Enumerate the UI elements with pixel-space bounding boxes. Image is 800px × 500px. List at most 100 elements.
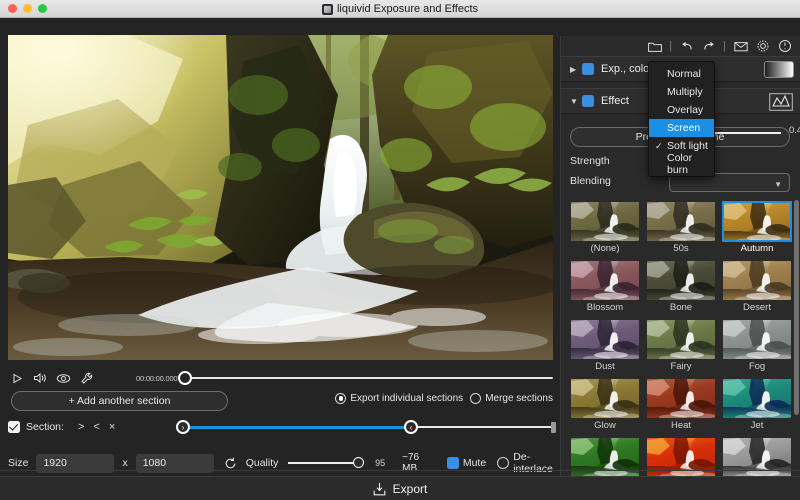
add-another-section-button[interactable]: + Add another section xyxy=(11,391,228,411)
quality-value: 95 xyxy=(375,458,385,468)
effect-thumbnail-glow[interactable]: Glow xyxy=(570,378,640,433)
menu-item-label: Color burn xyxy=(667,152,714,176)
effect-preview-image xyxy=(646,201,716,242)
blending-row: Blending xyxy=(570,172,638,190)
effect-name-label: Jet xyxy=(722,420,792,433)
effect-preview-image xyxy=(722,319,792,360)
exposure-colors-checkbox[interactable] xyxy=(582,63,594,75)
effect-label: Effect xyxy=(601,95,629,107)
redo-icon[interactable] xyxy=(701,39,716,53)
wrench-icon[interactable] xyxy=(77,370,95,386)
panel-toolbar: | | xyxy=(561,36,800,56)
effect-thumbnail-50s[interactable]: 50s xyxy=(646,201,716,256)
menu-item-color-burn[interactable]: Color burn xyxy=(649,155,714,173)
effect-thumbnail-heat[interactable]: Heat xyxy=(646,378,716,433)
effect-name-label: Autumn xyxy=(722,243,792,256)
effects-scrollbar[interactable] xyxy=(794,200,799,415)
effect-thumbnail-bone[interactable]: Bone xyxy=(646,260,716,315)
toolbar-separator-1: | xyxy=(669,40,672,52)
effect-thumbnail-fairy[interactable]: Fairy xyxy=(646,319,716,374)
radio-export-individual[interactable]: Export individual sections xyxy=(335,393,463,404)
deinterlace-label: De-interlace xyxy=(513,451,553,475)
effect-name-label: 50s xyxy=(646,243,716,256)
effect-preview-image xyxy=(646,378,716,419)
effect-preview-image xyxy=(646,260,716,301)
section-label: Section: xyxy=(26,421,64,433)
export-bar[interactable]: Export xyxy=(0,476,800,500)
effect-name-label: (None) xyxy=(570,243,640,256)
section-delete-button[interactable]: × xyxy=(109,421,115,433)
effect-thumbnail-blossom[interactable]: Blossom xyxy=(570,260,640,315)
effect-preview-image xyxy=(570,260,640,301)
mute-checkbox[interactable] xyxy=(447,457,459,469)
seek-track[interactable] xyxy=(178,377,553,379)
menu-item-multiply[interactable]: Multiply xyxy=(649,83,714,101)
radio-merge-sections[interactable]: Merge sections xyxy=(470,393,553,404)
dimension-separator: x xyxy=(122,457,127,469)
effect-thumbnail-jet[interactable]: Jet xyxy=(722,378,792,433)
add-section-row: + Add another section Export individual … xyxy=(8,390,553,414)
chevron-down-icon[interactable]: ▼ xyxy=(570,97,582,106)
folder-icon[interactable] xyxy=(647,39,662,53)
check-icon: ✓ xyxy=(655,141,663,152)
effect-name-label: Bone xyxy=(646,302,716,315)
effect-shape-icon[interactable] xyxy=(768,92,794,112)
quality-slider[interactable] xyxy=(288,462,359,464)
radio-merge-label: Merge sections xyxy=(485,393,553,404)
reset-icon[interactable] xyxy=(224,457,237,470)
video-preview[interactable] xyxy=(8,35,553,360)
menu-item-screen[interactable]: Screen xyxy=(649,119,714,137)
section-range-slider[interactable]: › ‹ xyxy=(176,420,553,434)
effect-preview-image xyxy=(722,378,792,419)
strength-label: Strength xyxy=(570,155,638,167)
menu-item-overlay[interactable]: Overlay xyxy=(649,101,714,119)
strength-value: 0.46 xyxy=(789,125,800,136)
menu-item-normal[interactable]: Normal xyxy=(649,65,714,83)
effect-thumbnail-desert[interactable]: Desert xyxy=(722,260,792,315)
effect-thumbnail-none[interactable]: (None) xyxy=(570,201,640,256)
section-prev-button[interactable]: < xyxy=(93,421,99,433)
chevron-right-icon[interactable]: ▶ xyxy=(570,65,582,74)
mail-icon[interactable] xyxy=(733,39,748,53)
window-title: liquivid Exposure and Effects xyxy=(337,3,478,15)
effect-name-label: Heat xyxy=(646,420,716,433)
effect-preview-image xyxy=(570,201,640,242)
range-start-handle[interactable]: › xyxy=(176,420,190,434)
section-next-button[interactable]: > xyxy=(78,421,84,433)
menu-item-label: Screen xyxy=(667,122,700,134)
radio-individual-indicator[interactable] xyxy=(335,393,346,404)
undo-icon[interactable] xyxy=(679,39,694,53)
effect-thumbnail-dust[interactable]: Dust xyxy=(570,319,640,374)
radio-merge-indicator[interactable] xyxy=(470,393,481,404)
effect-thumbnail-fog[interactable]: Fog xyxy=(722,319,792,374)
effect-name-label: Desert xyxy=(722,302,792,315)
gear-icon[interactable] xyxy=(755,39,770,53)
title-bar: liquivid Exposure and Effects xyxy=(0,0,800,18)
deinterlace-checkbox[interactable] xyxy=(497,457,509,469)
effect-name-label: Fog xyxy=(722,361,792,374)
playback-bar: 00:00:00.000 xyxy=(8,366,553,390)
effect-thumbnail-autumn[interactable]: Autumn xyxy=(722,201,792,256)
deinterlace-checkbox-group[interactable]: De-interlace xyxy=(497,451,553,475)
quality-handle[interactable] xyxy=(353,457,364,468)
chevron-down-small-icon: ▼ xyxy=(774,180,782,189)
effect-checkbox[interactable] xyxy=(582,95,594,107)
eye-icon[interactable] xyxy=(54,370,72,386)
playhead-handle[interactable] xyxy=(178,371,192,385)
volume-icon[interactable] xyxy=(31,370,49,386)
effect-preview-image xyxy=(722,260,792,301)
blending-dropdown-menu[interactable]: NormalMultiplyOverlayScreen✓Soft lightCo… xyxy=(648,61,715,177)
export-mode-radio-group: Export individual sections Merge section… xyxy=(335,393,553,404)
export-icon xyxy=(373,482,386,496)
range-end-handle[interactable]: ‹ xyxy=(404,420,418,434)
mute-checkbox-group[interactable]: Mute xyxy=(447,457,486,469)
export-divider xyxy=(0,470,800,471)
info-icon[interactable] xyxy=(777,39,792,53)
strength-row: Strength xyxy=(570,152,638,170)
effects-grid[interactable]: (None) 50s Autumn Blossom Bone Desert DustFair… xyxy=(561,196,800,494)
gradient-swatch-icon[interactable] xyxy=(764,61,794,78)
play-icon[interactable] xyxy=(8,370,26,386)
effect-preview-image xyxy=(570,437,640,478)
effect-preview-image xyxy=(646,437,716,478)
section-enable-checkbox[interactable] xyxy=(8,421,20,433)
